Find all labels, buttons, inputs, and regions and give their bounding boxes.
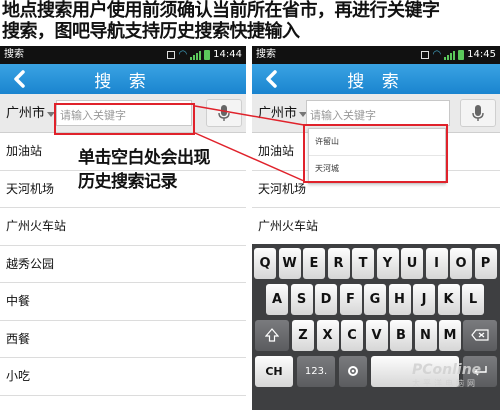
search-input[interactable]: 请输入关键字 [306,100,450,126]
battery-icon [458,50,465,60]
back-icon[interactable] [8,68,30,90]
highlight-history-dropdown [303,124,448,183]
number-key[interactable]: 123. [297,356,335,387]
title-bar: 搜 索 [252,64,500,94]
list-item[interactable]: 小吃 [0,358,246,396]
list-item[interactable]: 广州火车站 [252,208,500,246]
key-m[interactable]: M [439,320,461,351]
key-h[interactable]: H [388,284,411,315]
key-a[interactable]: A [266,284,288,315]
microphone-icon [472,105,484,121]
wifi-icon: ◠ [432,49,442,60]
key-g[interactable]: G [364,284,386,315]
settings-icon [348,366,358,376]
caption: 地点搜索用户使用前须确认当前所在省市，再进行关键字 搜索，图吧导航支持历史搜索快… [2,0,498,42]
annotation: 单击空白处会出现 历史搜索记录 [78,146,211,194]
voice-button[interactable] [460,99,496,127]
key-c[interactable]: C [341,320,363,351]
back-icon[interactable] [260,68,282,90]
status-title: 搜索 [4,49,24,60]
microphone-icon [218,105,230,121]
settings-key[interactable] [339,356,367,387]
list-item[interactable]: 越秀公园 [0,246,246,283]
status-icons: ◠ 14:45 [421,46,496,64]
backspace-key[interactable] [463,320,497,351]
left-phone-screen: 搜索 ◠ 14:44 搜 索 广州市 请输入关键字 加油站 天河机场 广州火车站… [0,46,246,410]
title-bar: 搜 索 [0,64,246,94]
key-j[interactable]: J [413,284,435,315]
key-s[interactable]: S [290,284,313,315]
watermark-sub: 太平洋电脑网 [412,379,478,388]
key-t[interactable]: T [352,248,374,279]
signal-icon [190,50,202,60]
city-selector[interactable]: 广州市 [6,102,56,121]
key-z[interactable]: Z [292,320,314,351]
city-label: 广州市 [6,106,46,121]
key-b[interactable]: B [390,320,412,351]
annotation-line-2: 历史搜索记录 [78,172,178,192]
key-w[interactable]: W [278,248,301,279]
watermark-logo: PConline 太平洋电脑网 [412,362,481,389]
page-title: 搜 索 [347,71,405,92]
status-bar: 搜索 ◠ 14:45 [252,46,500,64]
list-item[interactable]: 广州火车站 [0,208,246,246]
list-item[interactable]: 西餐 [0,321,246,358]
highlight-left-input [54,103,195,135]
key-e[interactable]: E [303,248,325,279]
key-u[interactable]: U [401,248,423,279]
key-n[interactable]: N [414,320,437,351]
key-v[interactable]: V [365,320,388,351]
battery-icon [204,50,211,60]
keyboard-row-1: QWERTYUIOP [252,248,500,281]
key-y[interactable]: Y [376,248,399,279]
watermark-brand: PConline [412,362,482,378]
caption-line-1: 地点搜索用户使用前须确认当前所在省市，再进行关键字 [2,0,440,21]
key-l[interactable]: L [462,284,484,315]
wifi-icon: ◠ [178,49,188,60]
key-k[interactable]: K [437,284,460,315]
signal-icon [444,50,456,60]
key-x[interactable]: X [316,320,339,351]
status-bar: 搜索 ◠ 14:44 [0,46,246,64]
city-selector[interactable]: 广州市 [258,102,308,121]
annotation-line-1: 单击空白处会出现 [78,148,211,168]
keyboard-row-2: ASDFGHJKL [252,284,500,317]
usb-icon [167,51,176,59]
voice-button[interactable] [206,99,242,127]
backspace-icon [471,329,489,341]
key-f[interactable]: F [339,284,362,315]
key-o[interactable]: O [450,248,472,279]
page-title: 搜 索 [94,71,152,92]
city-label: 广州市 [258,106,298,121]
right-phone-screen: 搜索 ◠ 14:45 搜 索 广州市 请输入关键字 加油站 天河机场 广州火车站… [252,46,500,410]
shift-key[interactable] [255,320,289,351]
status-time: 14:45 [467,49,496,60]
keyboard-row-3: ZXCVBNM [252,320,500,353]
list-item[interactable]: 中餐 [0,283,246,321]
key-r[interactable]: R [327,248,350,279]
status-time: 14:44 [213,49,242,60]
shift-icon [264,328,280,342]
language-key[interactable]: CH [255,356,293,387]
key-d[interactable]: D [315,284,337,315]
caption-line-2: 搜索，图吧导航支持历史搜索快捷输入 [2,21,300,42]
key-q[interactable]: Q [254,248,276,279]
status-icons: ◠ 14:44 [167,46,242,64]
usb-icon [421,51,430,59]
status-title: 搜索 [256,49,276,60]
key-p[interactable]: P [474,248,497,279]
key-i[interactable]: I [425,248,448,279]
